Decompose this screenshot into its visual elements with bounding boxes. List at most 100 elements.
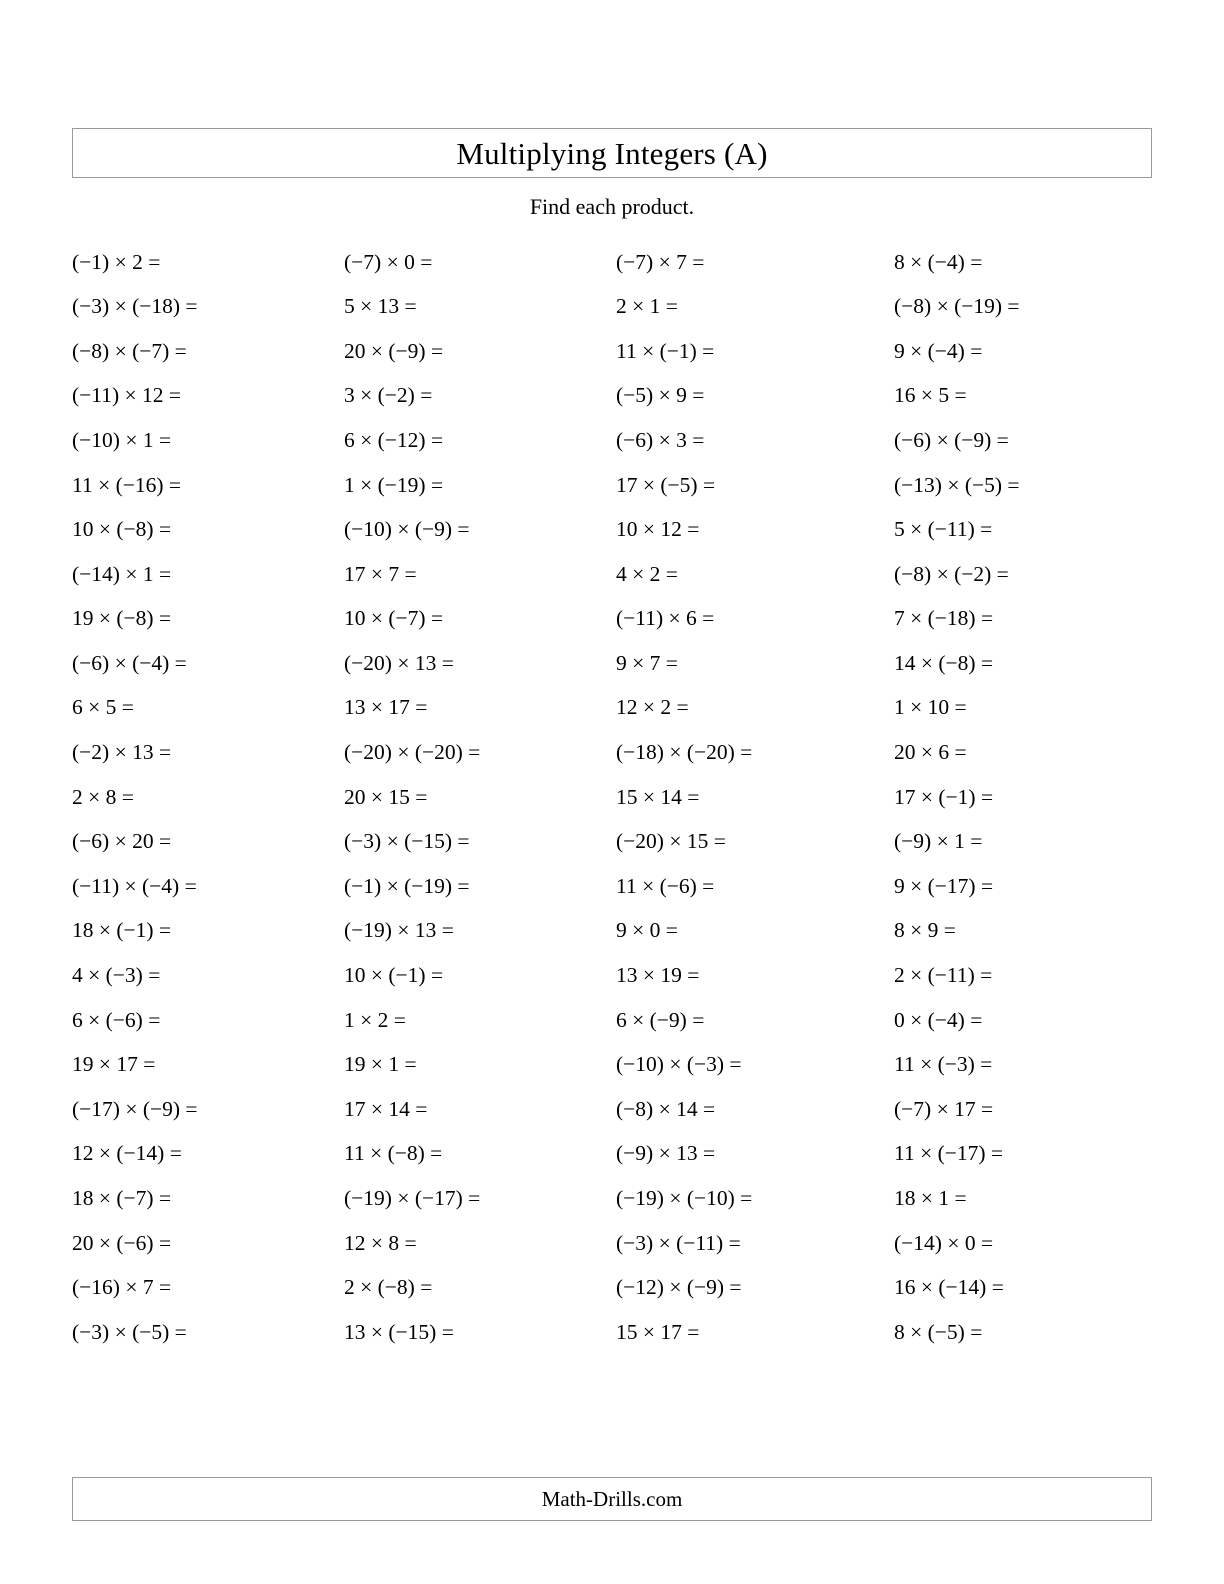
problem-item: 11 × (−8) = <box>344 1141 443 1166</box>
problem-item: 2 × 8 = <box>72 784 134 809</box>
problem-row: (−3) × (−5) = 13 × (−15) = 15 × 17 = 8 × (−… <box>72 1310 1152 1355</box>
problem-item: (−11) × 12 = <box>72 383 182 408</box>
problem-item: (−3) × (−18) = <box>72 294 198 319</box>
problem-item: 19 × 17 = <box>72 1052 156 1077</box>
problem-item: (−10) × (−9) = <box>344 517 470 542</box>
problem-row: (−1) × 2 = (−7) × 0 = (−7) × 7 = 8 × (−4) = <box>72 240 1152 285</box>
problem-row: 12 × (−14) = 11 × (−8) = (−9) × 13 = 11 × (… <box>72 1132 1152 1177</box>
problem-row: (−14) × 1 = 17 × 7 = 4 × 2 = (−8) × (−2) = <box>72 552 1152 597</box>
problem-item: 13 × (−15) = <box>344 1319 454 1344</box>
problem-item: (−18) × (−20) = <box>616 740 753 765</box>
problem-item: 2 × (−8) = <box>344 1275 433 1300</box>
problem-item: (−16) × 7 = <box>72 1275 172 1300</box>
problem-item: (−20) × (−20) = <box>344 740 481 765</box>
problem-row: 10 × (−8) = (−10) × (−9) = 10 × 12 = 5 × (−… <box>72 508 1152 553</box>
problem-item: 6 × (−9) = <box>616 1007 705 1032</box>
problem-item: (−8) × 14 = <box>616 1096 716 1121</box>
problem-item: 10 × (−7) = <box>344 606 444 631</box>
problem-row: 18 × (−7) = (−19) × (−17) = (−19) × (−10) … <box>72 1176 1152 1221</box>
problem-item: (−7) × 0 = <box>344 249 433 274</box>
problem-row: (−6) × 20 = (−3) × (−15) = (−20) × 15 = (−9… <box>72 820 1152 865</box>
problem-item: (−3) × (−15) = <box>344 829 470 854</box>
problem-row: (−8) × (−7) = 20 × (−9) = 11 × (−1) = 9 × (… <box>72 329 1152 374</box>
problem-item: 6 × 5 = <box>72 695 134 720</box>
problem-item: 5 × 13 = <box>344 294 417 319</box>
page-title: Multiplying Integers (A) <box>456 135 768 171</box>
problem-item: (−12) × (−9) = <box>616 1275 742 1300</box>
problem-item: 12 × 2 = <box>616 695 689 720</box>
problem-item: (−10) × (−3) = <box>616 1052 742 1077</box>
problem-item: 8 × 9 = <box>894 918 956 943</box>
problem-item: 9 × (−17) = <box>894 873 994 898</box>
problem-item: 8 × (−4) = <box>894 249 983 274</box>
problem-row: (−16) × 7 = 2 × (−8) = (−12) × (−9) = 16 × … <box>72 1266 1152 1311</box>
problem-item: 1 × 10 = <box>894 695 967 720</box>
problem-item: 10 × (−1) = <box>344 963 444 988</box>
problem-item: (−1) × 2 = <box>72 249 161 274</box>
problem-item: 16 × 5 = <box>894 383 967 408</box>
problem-item: (−19) × (−17) = <box>344 1186 481 1211</box>
problem-item: 20 × 15 = <box>344 784 428 809</box>
problem-row: 19 × 17 = 19 × 1 = (−10) × (−3) = 11 × (−3)… <box>72 1043 1152 1088</box>
problem-row: (−10) × 1 = 6 × (−12) = (−6) × 3 = (−6) × (… <box>72 418 1152 463</box>
problem-item: 16 × (−14) = <box>894 1275 1004 1300</box>
problem-item: (−6) × (−4) = <box>72 650 187 675</box>
worksheet-page: Multiplying Integers (A) Find each produ… <box>0 0 1224 1584</box>
problem-item: 4 × 2 = <box>616 561 678 586</box>
problem-item: (−3) × (−11) = <box>616 1230 741 1255</box>
problem-item: (−14) × 1 = <box>72 561 172 586</box>
problem-item: (−6) × (−9) = <box>894 427 1009 452</box>
problem-item: (−7) × 7 = <box>616 249 705 274</box>
problem-item: 20 × (−6) = <box>72 1230 172 1255</box>
problem-item: 7 × (−18) = <box>894 606 994 631</box>
problem-item: (−20) × 13 = <box>344 650 454 675</box>
problem-item: 5 × (−11) = <box>894 517 993 542</box>
problem-item: 6 × (−12) = <box>344 427 444 452</box>
problem-item: 20 × (−9) = <box>344 338 444 363</box>
problem-item: (−8) × (−2) = <box>894 561 1009 586</box>
problem-item: 3 × (−2) = <box>344 383 433 408</box>
problem-row: 11 × (−16) = 1 × (−19) = 17 × (−5) = (−13) … <box>72 463 1152 508</box>
problem-item: 12 × (−14) = <box>72 1141 182 1166</box>
problem-item: (−17) × (−9) = <box>72 1096 198 1121</box>
problem-row: (−17) × (−9) = 17 × 14 = (−8) × 14 = (−7) ×… <box>72 1087 1152 1132</box>
problem-row: 20 × (−6) = 12 × 8 = (−3) × (−11) = (−14) ×… <box>72 1221 1152 1266</box>
problem-item: 15 × 17 = <box>616 1319 700 1344</box>
problem-item: 17 × 7 = <box>344 561 417 586</box>
problem-item: 17 × 14 = <box>344 1096 428 1121</box>
problem-item: (−8) × (−7) = <box>72 338 187 363</box>
problem-item: (−11) × 6 = <box>616 606 715 631</box>
problem-item: 15 × 14 = <box>616 784 700 809</box>
problem-item: (−9) × 1 = <box>894 829 983 854</box>
problem-item: 17 × (−1) = <box>894 784 994 809</box>
problem-item: (−6) × 20 = <box>72 829 172 854</box>
problem-item: 13 × 19 = <box>616 963 700 988</box>
problem-item: (−19) × 13 = <box>344 918 454 943</box>
problem-item: (−6) × 3 = <box>616 427 705 452</box>
problem-item: 20 × 6 = <box>894 740 967 765</box>
problem-row: 4 × (−3) = 10 × (−1) = 13 × 19 = 2 × (−11) … <box>72 954 1152 999</box>
problem-row: 6 × (−6) = 1 × 2 = 6 × (−9) = 0 × (−4) = <box>72 998 1152 1043</box>
footer-banner: Math-Drills.com <box>72 1477 1152 1521</box>
problem-grid: (−1) × 2 = (−7) × 0 = (−7) × 7 = 8 × (−4) =… <box>72 240 1152 1355</box>
problem-item: 12 × 8 = <box>344 1230 417 1255</box>
problem-item: (−7) × 17 = <box>894 1096 994 1121</box>
problem-row: (−11) × (−4) = (−1) × (−19) = 11 × (−6) = 9… <box>72 864 1152 909</box>
problem-item: (−19) × (−10) = <box>616 1186 753 1211</box>
problem-item: 10 × (−8) = <box>72 517 172 542</box>
problem-item: (−13) × (−5) = <box>894 472 1020 497</box>
problem-row: 19 × (−8) = 10 × (−7) = (−11) × 6 = 7 × (−1… <box>72 597 1152 642</box>
problem-item: (−20) × 15 = <box>616 829 726 854</box>
problem-item: 4 × (−3) = <box>72 963 161 988</box>
problem-row: (−6) × (−4) = (−20) × 13 = 9 × 7 = 14 × (−8… <box>72 641 1152 686</box>
problem-item: 1 × (−19) = <box>344 472 444 497</box>
problem-item: (−14) × 0 = <box>894 1230 994 1255</box>
problem-row: (−11) × 12 = 3 × (−2) = (−5) × 9 = 16 × 5 = <box>72 374 1152 419</box>
title-banner: Multiplying Integers (A) <box>72 128 1152 178</box>
problem-item: 17 × (−5) = <box>616 472 716 497</box>
problem-item: 11 × (−6) = <box>616 873 715 898</box>
problem-item: 9 × 0 = <box>616 918 678 943</box>
problem-item: 8 × (−5) = <box>894 1319 983 1344</box>
problem-row: 18 × (−1) = (−19) × 13 = 9 × 0 = 8 × 9 = <box>72 909 1152 954</box>
problem-item: 14 × (−8) = <box>894 650 994 675</box>
